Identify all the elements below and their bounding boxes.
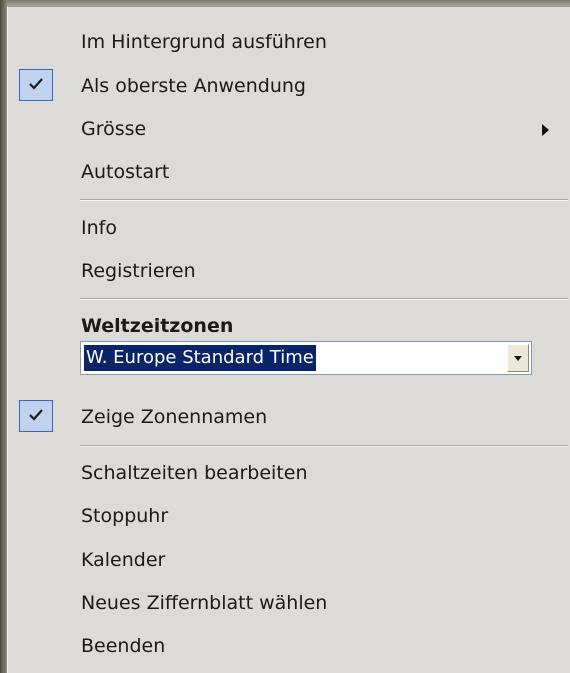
menu-item-run-in-background[interactable]: Im Hintergrund ausführen xyxy=(8,20,568,64)
menu-item-autostart[interactable]: Autostart xyxy=(8,150,568,194)
checkmark-icon xyxy=(19,400,53,432)
context-menu: Im Hintergrund ausführen Als oberste Anw… xyxy=(7,6,570,673)
menu-item-label: Grösse xyxy=(81,118,147,140)
menu-separator xyxy=(80,298,568,300)
menu-item-edit-switch-times[interactable]: Schaltzeiten bearbeiten xyxy=(8,451,568,495)
menu-item-exit[interactable]: Beenden xyxy=(8,624,568,668)
menu-item-new-clock-face[interactable]: Neues Ziffernblatt wählen xyxy=(8,581,568,625)
menu-item-register[interactable]: Registrieren xyxy=(8,249,568,293)
menu-item-label: Im Hintergrund ausführen xyxy=(81,31,327,53)
chevron-right-icon xyxy=(542,124,549,136)
menu-item-label: Registrieren xyxy=(81,260,196,282)
menu-separator xyxy=(80,199,568,201)
menu-item-stopwatch[interactable]: Stoppuhr xyxy=(8,494,568,538)
menu-item-calendar[interactable]: Kalender xyxy=(8,538,568,582)
menu-item-label: Als oberste Anwendung xyxy=(81,75,306,97)
menu-item-label: Neues Ziffernblatt wählen xyxy=(81,592,328,614)
checkmark-icon xyxy=(19,69,53,101)
menu-item-label: Stoppuhr xyxy=(81,505,169,527)
menu-item-show-zone-names[interactable]: Zeige Zonennamen xyxy=(8,395,568,439)
menu-item-label: Autostart xyxy=(81,161,170,183)
menu-item-label: Schaltzeiten bearbeiten xyxy=(81,462,308,484)
menu-separator xyxy=(80,445,568,447)
timezone-select-value: W. Europe Standard Time xyxy=(84,345,316,371)
timezone-select[interactable]: W. Europe Standard Time xyxy=(80,341,532,375)
menu-item-label: Kalender xyxy=(81,549,166,571)
menu-item-label: Info xyxy=(81,217,117,239)
menu-item-label: Beenden xyxy=(81,635,166,657)
menu-item-size[interactable]: Grösse xyxy=(8,107,568,151)
menu-item-label: Zeige Zonennamen xyxy=(81,406,268,428)
window-left-edge xyxy=(0,0,7,673)
dropdown-arrow-icon xyxy=(514,356,522,361)
menu-item-always-on-top[interactable]: Als oberste Anwendung xyxy=(8,64,568,108)
menu-item-info[interactable]: Info xyxy=(8,206,568,250)
timezone-dropdown-button[interactable] xyxy=(507,344,529,372)
